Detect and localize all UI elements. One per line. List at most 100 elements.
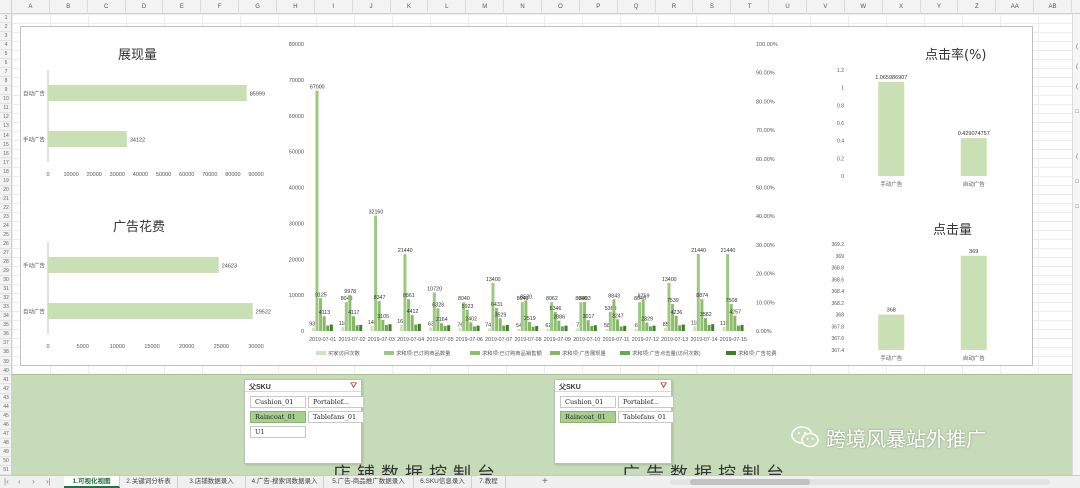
column-header-y[interactable]: Y bbox=[921, 0, 959, 14]
slicer-item-tablefans[interactable]: Tablefans_01 bbox=[618, 411, 674, 423]
slicer-item-portable[interactable]: Portablef... bbox=[308, 396, 364, 408]
column-header-f[interactable]: F bbox=[201, 0, 240, 14]
bar[interactable] bbox=[472, 326, 476, 331]
row-header-17[interactable]: 17 bbox=[0, 159, 11, 168]
row-header-40[interactable]: 40 bbox=[0, 367, 11, 376]
bar[interactable] bbox=[667, 282, 671, 331]
row-header-16[interactable]: 16 bbox=[0, 150, 11, 159]
bar[interactable] bbox=[48, 257, 219, 273]
row-header-51[interactable]: 51 bbox=[0, 466, 11, 475]
bar[interactable] bbox=[329, 324, 333, 331]
sheet-tab-1[interactable]: 1.可视化视图 bbox=[64, 476, 120, 488]
row-header-47[interactable]: 47 bbox=[0, 430, 11, 439]
bar[interactable] bbox=[429, 327, 433, 331]
impressions-chart[interactable]: 自动广告 85999 手动广告 34122 0 10000 20000 30000 40000 5… bbox=[14, 62, 274, 192]
bar[interactable] bbox=[707, 324, 711, 331]
bar[interactable] bbox=[616, 319, 619, 331]
row-header-20[interactable]: 20 bbox=[0, 186, 11, 195]
bar[interactable] bbox=[48, 131, 127, 147]
column-header-s[interactable]: S bbox=[693, 0, 732, 14]
column-header-aa[interactable]: AA bbox=[996, 0, 1035, 14]
row-header-8[interactable]: 8 bbox=[0, 77, 11, 87]
bar[interactable] bbox=[384, 324, 388, 331]
row-header-13[interactable]: 13 bbox=[0, 122, 11, 132]
row-header-6[interactable]: 6 bbox=[0, 59, 11, 69]
column-header-r[interactable]: R bbox=[656, 0, 694, 14]
row-header-49[interactable]: 49 bbox=[0, 448, 11, 457]
slicer-item-cushion[interactable]: Cushion_01 bbox=[250, 396, 306, 408]
bar[interactable] bbox=[359, 324, 363, 331]
row-header-4[interactable]: 4 bbox=[0, 41, 11, 50]
column-header-a[interactable]: A bbox=[12, 0, 50, 14]
row-header-29[interactable]: 29 bbox=[0, 267, 11, 276]
next-sheet-icon[interactable]: › bbox=[32, 476, 35, 488]
column-header-b[interactable]: B bbox=[50, 0, 88, 14]
sheet-tab-2[interactable]: 2.关键词分析表 bbox=[120, 476, 178, 488]
row-header-11[interactable]: 11 bbox=[0, 104, 11, 114]
select-all-corner[interactable] bbox=[0, 0, 12, 14]
bar[interactable] bbox=[458, 328, 462, 331]
bar[interactable] bbox=[341, 327, 345, 331]
bar[interactable] bbox=[560, 326, 564, 331]
bar[interactable] bbox=[674, 315, 678, 331]
row-header-15[interactable]: 15 bbox=[0, 141, 11, 150]
bar[interactable] bbox=[722, 327, 726, 331]
clear-filter-icon[interactable]: ⛛ bbox=[350, 381, 357, 391]
bar[interactable] bbox=[48, 85, 247, 101]
bar[interactable] bbox=[326, 325, 330, 331]
row-header-14[interactable]: 14 bbox=[0, 132, 11, 141]
slicer-item-u1[interactable]: U1 bbox=[250, 426, 306, 438]
column-header-j[interactable]: J bbox=[353, 0, 391, 14]
column-header-n[interactable]: N bbox=[504, 0, 542, 14]
row-header-32[interactable]: 32 bbox=[0, 294, 11, 304]
row-header-46[interactable]: 46 bbox=[0, 421, 11, 430]
bar[interactable] bbox=[498, 318, 502, 331]
clicks-chart[interactable]: 367.4 367.6 367.8 368 368.2 368.4 368.6 368.8 36… bbox=[820, 236, 1030, 366]
bar[interactable] bbox=[417, 323, 421, 331]
bar[interactable] bbox=[681, 324, 685, 331]
row-header-1[interactable]: 1 bbox=[0, 14, 11, 23]
bar[interactable] bbox=[704, 318, 707, 331]
bar[interactable] bbox=[517, 329, 521, 331]
bar[interactable] bbox=[726, 254, 730, 331]
last-sheet-icon[interactable]: ›| bbox=[46, 476, 51, 488]
bar[interactable] bbox=[652, 325, 656, 331]
row-header-41[interactable]: 41 bbox=[0, 376, 11, 385]
column-header-u[interactable]: U bbox=[769, 0, 807, 14]
sheet-tab-7[interactable]: 7.教程 bbox=[472, 476, 506, 488]
bar[interactable] bbox=[663, 327, 667, 331]
column-header-x[interactable]: X bbox=[883, 0, 921, 14]
column-header-h[interactable]: H bbox=[277, 0, 315, 14]
sheet-tab-4[interactable]: 4.广告-搜索词数据录入 bbox=[246, 476, 324, 488]
row-header-27[interactable]: 27 bbox=[0, 249, 11, 258]
column-header-k[interactable]: K bbox=[391, 0, 429, 14]
column-header-d[interactable]: D bbox=[126, 0, 164, 14]
slicer-item-raincoat[interactable]: Raincoat_01 bbox=[560, 411, 616, 423]
prev-sheet-icon[interactable]: ‹ bbox=[18, 476, 21, 488]
bar[interactable] bbox=[487, 328, 491, 331]
sheet-tab-6[interactable]: 6.SKU信息录入 bbox=[414, 476, 472, 488]
slicer-item-cushion[interactable]: Cushion_01 bbox=[560, 396, 616, 408]
row-header-21[interactable]: 21 bbox=[0, 195, 11, 204]
bar[interactable] bbox=[546, 328, 550, 331]
column-header-v[interactable]: V bbox=[807, 0, 845, 14]
row-header-24[interactable]: 24 bbox=[0, 222, 11, 231]
bar[interactable] bbox=[531, 326, 535, 331]
bar[interactable] bbox=[575, 328, 579, 331]
bar[interactable] bbox=[671, 303, 675, 331]
bar[interactable] bbox=[740, 324, 744, 331]
bar[interactable] bbox=[678, 325, 682, 331]
bar[interactable] bbox=[634, 328, 638, 331]
row-header-18[interactable]: 18 bbox=[0, 168, 11, 177]
row-header-34[interactable]: 34 bbox=[0, 312, 11, 322]
bar[interactable] bbox=[381, 319, 385, 331]
row-header-33[interactable]: 33 bbox=[0, 303, 11, 313]
bar[interactable] bbox=[693, 326, 697, 331]
bar[interactable] bbox=[619, 326, 623, 331]
first-sheet-icon[interactable]: |‹ bbox=[4, 476, 9, 488]
bar[interactable] bbox=[447, 325, 451, 331]
bar[interactable] bbox=[443, 325, 447, 331]
bar[interactable] bbox=[590, 325, 594, 331]
row-header-19[interactable]: 19 bbox=[0, 177, 11, 186]
horizontal-scroll-thumb[interactable] bbox=[690, 479, 810, 485]
